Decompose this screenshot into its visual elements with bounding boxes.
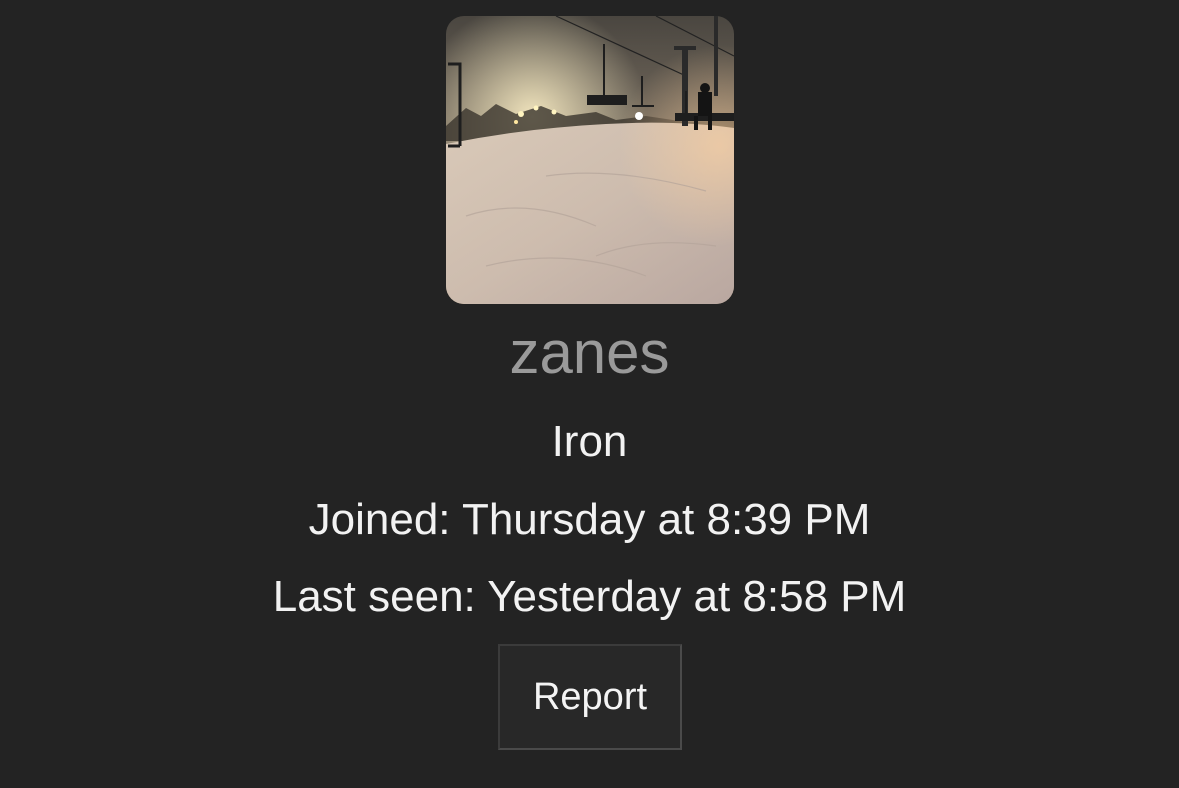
user-rank: Iron [551, 417, 628, 466]
avatar [446, 16, 734, 304]
last-seen: Last seen: Yesterday at 8:58 PM [272, 572, 907, 621]
ski-slope-photo-icon [446, 16, 734, 304]
report-button[interactable]: Report [498, 644, 682, 750]
joined-date: Joined: Thursday at 8:39 PM [308, 495, 871, 544]
username: zanes [509, 319, 670, 386]
profile-card: zanes Iron Joined: Thursday at 8:39 PM L… [0, 0, 1179, 788]
